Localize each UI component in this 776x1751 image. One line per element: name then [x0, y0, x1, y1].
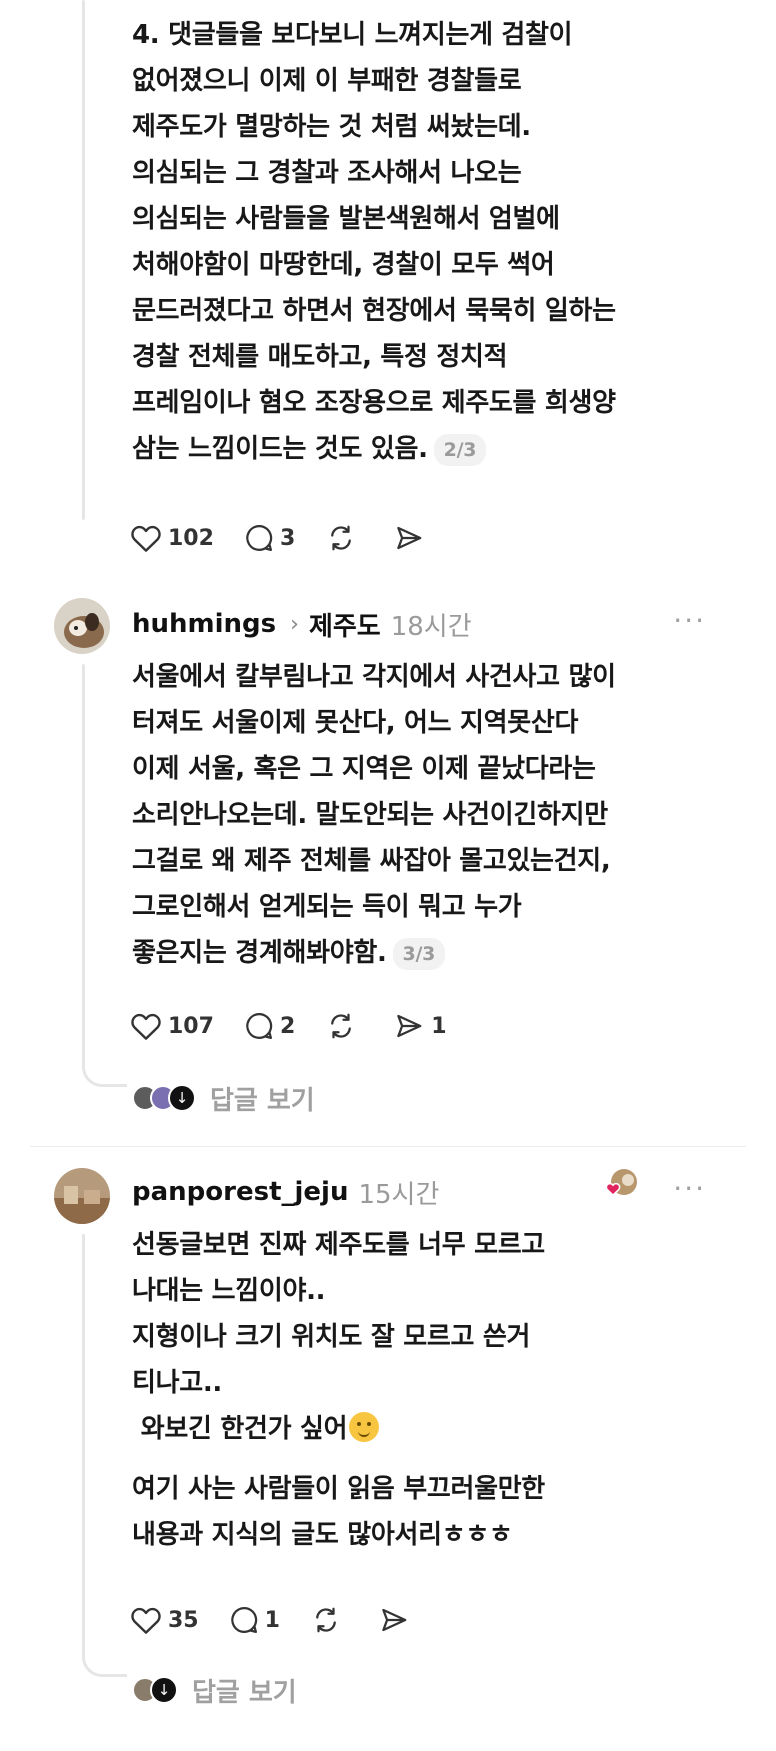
like-count: 102 — [168, 525, 214, 551]
author-liked-heart-icon — [605, 1169, 637, 1197]
post-line: 의심되는 사람들을 발본색원해서 엄벌에 — [132, 204, 560, 234]
comment-count: 1 — [264, 1607, 280, 1633]
comment-line: 지형이나 크기 위치도 잘 모르고 쓴거 — [132, 1322, 531, 1352]
thread-line-top — [82, 0, 85, 520]
post-line: 프레임이나 혐오 조장용으로 제주도를 희생양 — [132, 388, 616, 418]
comment-count: 3 — [279, 525, 296, 551]
thread-hook-comment2 — [82, 1652, 127, 1677]
post-line: 4. 댓글들을 보다보니 느껴지는게 검찰이 — [132, 20, 573, 50]
thread-line-comment1 — [82, 664, 85, 1064]
comment-body: 서울에서 칼부림나고 각지에서 사건사고 많이 터져도 서울이제 못산다, 어느… — [132, 654, 616, 976]
liked-by-author-badge — [604, 1166, 640, 1202]
comment-body: 선동글보면 진짜 제주도를 너무 모르고 나대는 느낌이야.. 지형이나 크기 … — [132, 1222, 545, 1558]
comment-actions: 107 2 1 — [130, 1006, 477, 1046]
comment-bubble-icon — [230, 1606, 257, 1633]
comment-line: 와보긴 한건가 싶어 — [132, 1406, 545, 1452]
community-link[interactable]: 제주도 — [309, 606, 381, 643]
comment-bubble-icon — [246, 1012, 273, 1039]
page-indicator: 3/3 — [392, 937, 446, 970]
more-options-icon[interactable]: ··· — [673, 604, 706, 637]
like-count: 107 — [168, 1013, 214, 1039]
view-replies-label: 답글 보기 — [210, 1085, 315, 1116]
share-button[interactable] — [378, 1605, 416, 1635]
post-line: 삼는 느낌이드는 것도 있음. 2/3 — [132, 426, 616, 472]
comment-line: 나대는 느낌이야.. — [132, 1276, 326, 1306]
send-icon — [382, 1608, 407, 1632]
comment-line: 선동글보면 진짜 제주도를 너무 모르고 — [132, 1230, 545, 1260]
comment-line: 이제 서울, 혹은 그 지역은 이제 끝났다라는 — [132, 754, 596, 784]
thread-hook-comment1 — [82, 1062, 127, 1087]
post-body: 4. 댓글들을 보다보니 느껴지는게 검찰이 없어졌으니 이제 이 부패한 경찰… — [132, 12, 616, 472]
avatar[interactable] — [54, 598, 110, 654]
profile-photo-icon — [54, 1168, 110, 1224]
arrow-down-icon: ↓ — [150, 1676, 178, 1704]
repost-icon — [331, 1013, 352, 1039]
send-icon — [397, 1014, 422, 1038]
comment-count: 2 — [279, 1013, 296, 1039]
send-icon — [397, 526, 422, 550]
comment-line: 여기 사는 사람들이 읽음 부끄러울만한 — [132, 1474, 545, 1504]
post-line: 제주도가 멸망하는 것 처럼 써놨는데. — [132, 112, 531, 142]
comment-line: 좋은지는 경계해봐야함. 3/3 — [132, 930, 616, 976]
heart-icon — [131, 1607, 161, 1634]
page-indicator: 2/3 — [433, 433, 487, 466]
divider — [30, 1146, 746, 1147]
comment-header: huhmings › 제주도 18시간 — [132, 604, 472, 644]
share-button[interactable] — [393, 523, 431, 553]
post-line: 의심되는 그 경찰과 조사해서 나오는 — [132, 158, 522, 188]
repost-button[interactable] — [325, 523, 363, 553]
view-replies-button[interactable]: ↓ 답글 보기 — [132, 1080, 315, 1116]
comment-button[interactable]: 1 — [229, 1605, 280, 1635]
comment-line-text: 와보긴 한건가 싶어 — [132, 1414, 348, 1444]
like-button[interactable]: 35 — [130, 1605, 199, 1635]
timestamp: 18시간 — [390, 611, 472, 642]
post-actions: 102 3 — [130, 518, 461, 558]
avatar[interactable] — [54, 1168, 110, 1224]
comment-line: 소리안나오는데. 말도안되는 사건이긴하지만 — [132, 800, 608, 830]
post-line: 없어졌으니 이제 이 부패한 경찰들로 — [132, 66, 522, 96]
view-replies-label: 답글 보기 — [192, 1677, 297, 1708]
thread-line-comment2 — [82, 1234, 85, 1654]
timestamp: 15시간 — [358, 1179, 440, 1210]
comment-line: 그걸로 왜 제주 전체를 싸잡아 몰고있는건지, — [132, 846, 611, 876]
repost-button[interactable] — [310, 1605, 348, 1635]
heart-icon — [131, 1013, 161, 1040]
comment-bubble-icon — [246, 524, 273, 551]
like-button[interactable]: 107 — [130, 1011, 214, 1041]
share-count: 1 — [431, 1013, 447, 1039]
post-line: 경찰 전체를 매도하고, 특정 정치적 — [132, 342, 508, 372]
comment-line: 내용과 지식의 글도 많아서리ㅎㅎㅎ — [132, 1520, 513, 1550]
comment-line: 서울에서 칼부림나고 각지에서 사건사고 많이 — [132, 662, 616, 692]
heart-icon — [131, 525, 161, 552]
comment-line: 티나고.. — [132, 1368, 223, 1398]
post-line: 문드러졌다고 하면서 현장에서 묵묵히 일하는 — [132, 296, 616, 326]
comment-button[interactable]: 2 — [244, 1011, 295, 1041]
comment-header: panporest_jeju 15시간 — [132, 1172, 439, 1212]
username[interactable]: huhmings — [132, 609, 276, 639]
share-button[interactable]: 1 — [393, 1011, 447, 1041]
comment-actions: 35 1 — [130, 1600, 446, 1640]
view-replies-button[interactable]: ↓ 답글 보기 — [132, 1672, 297, 1708]
post-line-text: 삼는 느낌이드는 것도 있음. — [132, 434, 428, 464]
comment-line-text: 좋은지는 경계해봐야함. — [132, 938, 387, 968]
username[interactable]: panporest_jeju — [132, 1177, 348, 1207]
comment-button[interactable]: 3 — [244, 523, 295, 553]
post-line: 처해야함이 마땅한데, 경찰이 모두 썩어 — [132, 250, 555, 280]
more-options-icon[interactable]: ··· — [673, 1172, 706, 1205]
comment-line: 터져도 서울이제 못산다, 어느 지역못산다 — [132, 708, 579, 738]
chevron-right-icon: › — [290, 611, 299, 637]
arrow-down-icon: ↓ — [168, 1084, 196, 1112]
repost-button[interactable] — [325, 1011, 363, 1041]
like-button[interactable]: 102 — [130, 523, 214, 553]
comment-line: 그로인해서 얻게되는 득이 뭐고 누가 — [132, 892, 522, 922]
dog-avatar-icon — [54, 598, 110, 654]
repost-icon — [331, 525, 352, 551]
repost-icon — [316, 1607, 336, 1633]
like-count: 35 — [168, 1607, 199, 1633]
hugging-face-emoji-icon — [349, 1412, 380, 1442]
